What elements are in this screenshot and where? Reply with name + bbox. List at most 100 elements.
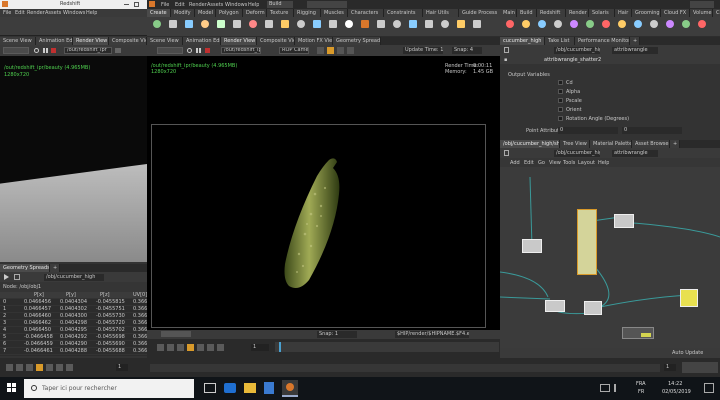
shelf-tool-icon[interactable] [217, 20, 225, 28]
checkbox[interactable] [558, 98, 563, 103]
net-menu-edit[interactable]: Edit [524, 160, 534, 166]
checkbox[interactable] [558, 89, 563, 94]
shelf-tab[interactable]: Hair Utils [423, 9, 459, 17]
menu-render[interactable]: Render [27, 10, 45, 16]
shelf-tool-icon[interactable] [249, 20, 257, 28]
store-icon[interactable] [264, 382, 274, 394]
menu-windows[interactable]: Windows [63, 10, 85, 16]
tab-render-view[interactable]: Render View [73, 37, 109, 45]
update-time-field[interactable]: Update Time: 1 [403, 47, 443, 54]
jump-end-icon[interactable] [66, 364, 73, 371]
net-menu-view[interactable]: View [549, 160, 561, 166]
shelf-tab[interactable]: Polygon [216, 9, 243, 17]
shelf-tool-icon[interactable] [409, 20, 417, 28]
start-frame-field[interactable]: 1 [116, 364, 128, 371]
table-row[interactable]: 2 0.0466460 0.0404300 -0.0455730 0.366 [0, 313, 147, 320]
menu-file[interactable]: File [161, 2, 169, 8]
network-node-selected[interactable] [577, 209, 597, 275]
menu-render[interactable]: Render [189, 2, 207, 8]
column-header[interactable]: UV[0] [133, 292, 147, 299]
refresh-icon[interactable] [34, 48, 39, 53]
shelf-tab[interactable]: Cloud FX [661, 9, 690, 17]
menu-windows[interactable]: Windows [225, 2, 247, 8]
snapshot-icon[interactable] [327, 47, 334, 54]
shelf-tab[interactable]: Build [517, 9, 537, 17]
shelf-tool-icon[interactable] [393, 20, 401, 28]
tab-cucumber-high[interactable]: cucumber_high [500, 37, 545, 45]
camera-field[interactable]: ROP Camera [279, 47, 309, 54]
back-icon[interactable] [504, 47, 509, 53]
tab-asset-browser[interactable]: Asset Browser [632, 140, 670, 148]
stop-icon[interactable] [36, 364, 43, 371]
stop-icon[interactable] [51, 48, 56, 53]
taskbar-search-box[interactable]: Taper ici pour rechercher [24, 379, 194, 398]
network-tray-icon[interactable] [600, 384, 610, 392]
tab-animation-editor[interactable]: Animation Editor [36, 37, 73, 45]
tab-motion-fx-view[interactable]: Motion FX View [295, 37, 333, 45]
language-indicator-2[interactable]: FR [638, 389, 644, 395]
shelf-tab[interactable]: Muscles [321, 9, 348, 17]
minimize-icon[interactable] [124, 4, 129, 5]
shelf-tool-icon[interactable] [297, 20, 305, 28]
play-icon[interactable] [197, 344, 204, 351]
column-header[interactable]: P[y] [66, 292, 76, 299]
jump-start-icon[interactable] [6, 364, 13, 371]
tab-network[interactable]: /obj/cucumber_high/shatter [500, 140, 560, 148]
shelf-tab[interactable]: Crowds [713, 9, 720, 17]
net-menu-help[interactable]: Help [598, 160, 609, 166]
render-button[interactable] [3, 47, 29, 54]
network-mode-field[interactable]: attribwrangle [612, 150, 658, 157]
table-row[interactable]: 7 -0.0466461 0.0404288 -0.0455688 0.366 [0, 348, 147, 355]
column-header[interactable]: P[x] [34, 292, 44, 299]
shelf-tool-icon[interactable] [281, 20, 289, 28]
render-viewport[interactable]: /out/redshift_ipr/beauty (4.965MB) 1280x… [147, 56, 500, 330]
tab-composite-view[interactable]: Composite View [109, 37, 147, 45]
center-search-field[interactable] [307, 1, 347, 8]
jump-end-icon[interactable] [217, 344, 224, 351]
shelf-tool-icon[interactable] [377, 20, 385, 28]
edge-icon[interactable] [224, 383, 236, 393]
tab-take-list[interactable]: Take List [545, 37, 575, 45]
menu-help[interactable]: Help [86, 10, 97, 16]
net-menu-layout[interactable]: Layout [578, 160, 595, 166]
add-tab-button[interactable]: + [50, 264, 60, 272]
shelf-tool-icon[interactable] [586, 20, 594, 28]
bottom-snap-field[interactable]: Snap: 1 [317, 331, 357, 338]
checkbox[interactable] [558, 80, 563, 85]
auto-update-toggle[interactable] [682, 362, 718, 373]
network-path-field[interactable]: /obj/cucumber_high [554, 150, 600, 157]
shelf-tool-icon[interactable] [457, 20, 465, 28]
tab-render-view[interactable]: Render View [221, 37, 257, 45]
shelf-tool-icon[interactable] [473, 20, 481, 28]
play-reverse-icon[interactable] [177, 344, 184, 351]
end-frame-field[interactable]: 1 [664, 364, 676, 371]
shelf-tab[interactable]: Characters [348, 9, 384, 17]
add-tab-button[interactable]: + [670, 140, 680, 148]
checkbox[interactable] [558, 107, 563, 112]
shelf-tool-icon[interactable] [650, 20, 658, 28]
shelf-tool-icon[interactable] [201, 20, 209, 28]
shelf-tab[interactable]: Guide Process [459, 9, 500, 17]
pause-icon[interactable] [43, 48, 48, 53]
menu-assets[interactable]: Assets [45, 10, 61, 16]
shelf-tab[interactable]: Main [500, 9, 517, 17]
net-menu-go[interactable]: Go [538, 160, 545, 166]
shelf-tool-icon[interactable] [682, 20, 690, 28]
task-view-icon[interactable] [204, 383, 216, 393]
volume-icon[interactable] [614, 384, 622, 392]
timeline-track[interactable] [275, 342, 499, 352]
stop-icon[interactable] [205, 48, 210, 53]
step-back-icon[interactable] [16, 364, 23, 371]
notification-icon[interactable] [704, 383, 714, 393]
shelf-tool-icon[interactable] [666, 20, 674, 28]
refresh-icon[interactable] [187, 48, 192, 53]
shelf-tool-icon[interactable] [554, 20, 562, 28]
menu-help[interactable]: Help [248, 2, 259, 8]
shelf-tool-icon[interactable] [570, 20, 578, 28]
menu-edit[interactable]: Edit [15, 10, 25, 16]
shelf-tab[interactable]: Render [566, 9, 589, 17]
global-timeline-track[interactable] [150, 364, 660, 372]
clock-time[interactable]: 14:22 [668, 381, 682, 387]
shelf-tool-icon[interactable] [538, 20, 546, 28]
shelf-tool-icon[interactable] [602, 20, 610, 28]
